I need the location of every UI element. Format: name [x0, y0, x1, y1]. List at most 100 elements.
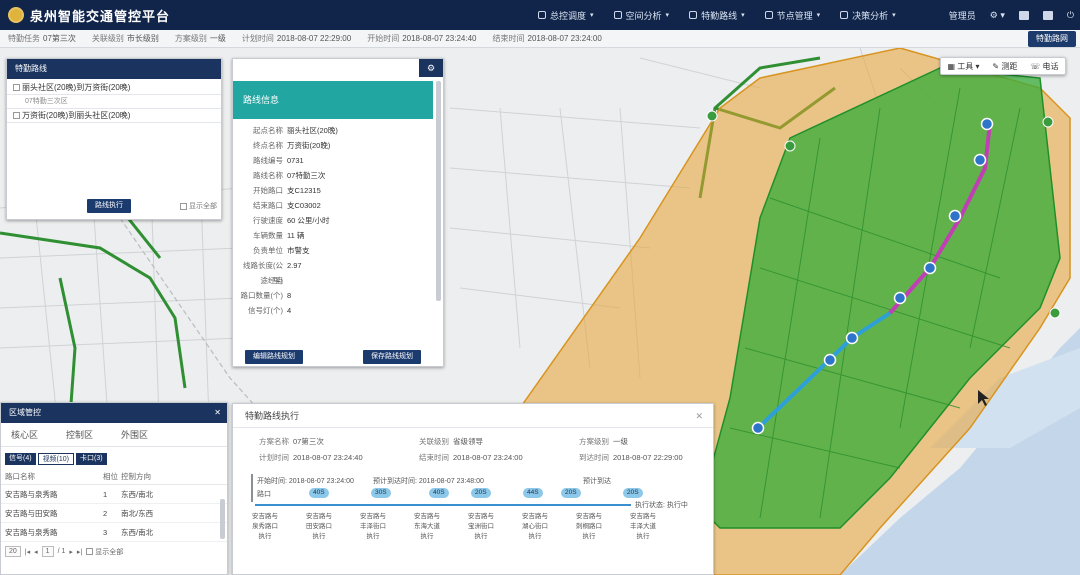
scrollbar[interactable]: [436, 81, 441, 301]
save-route-button[interactable]: 保存路线规划: [363, 350, 421, 364]
field-key: 路线编号: [253, 156, 283, 165]
start-note2: 预计到达时间: 2018-08-07 23:48:00: [373, 478, 484, 485]
stage-line: 执行: [474, 533, 488, 540]
close-icon[interactable]: ✕: [214, 403, 221, 423]
kv-key: 关联级别: [419, 437, 449, 446]
checkbox-label: 显示全部: [189, 203, 217, 210]
stage-line: 执行: [258, 533, 272, 540]
route-row[interactable]: 07特勤三次区: [7, 95, 221, 109]
timeline-stage[interactable]: 安吉路与 丰泽街口 执行: [353, 512, 393, 542]
menu-item-4[interactable]: 决策分析 ▾: [830, 9, 906, 22]
field-key: 车辆数量: [253, 231, 283, 240]
show-all-check[interactable]: 显示全部: [180, 201, 217, 211]
exec-kv: 关联级别 省级领导: [419, 436, 483, 447]
route-network-button[interactable]: 特勤路网: [1028, 31, 1076, 47]
route-info-row: 路线名称 07特勤三次: [233, 168, 443, 183]
scrollbar[interactable]: [220, 499, 225, 539]
table-row[interactable]: 安吉路与泉秀路 3 东西/南北: [1, 523, 227, 542]
checkbox[interactable]: [86, 548, 94, 556]
timeline-stage[interactable]: 安吉路与 湖心街口 执行: [515, 512, 555, 542]
kv-value: 2018-08-07 23:24:40: [293, 453, 363, 462]
route-row-label: 万资街(20晚)到丽头社区(20晚): [22, 111, 131, 120]
table-cell: 安吉路与泉秀路: [5, 528, 58, 537]
table-row[interactable]: 安吉路与田安路 2 南北/东西: [1, 504, 227, 523]
close-icon[interactable]: ✕: [695, 404, 703, 428]
stage-line: 丰泽街口: [360, 523, 386, 530]
timeline-duration-pill: 40S: [429, 488, 449, 498]
stage-line: 执行: [366, 533, 380, 540]
chevron-down-icon: ▾: [741, 12, 745, 19]
route-exec-panel: 特勤路线执行 ✕ 方案名称 07第三次 关联级别 省级领导 方案级别 一级 计划时间 20…: [232, 403, 714, 575]
chevron-down-icon: ▾: [816, 12, 821, 19]
tab-control[interactable]: 控制区: [66, 428, 93, 441]
start-note: 开始时间: 2018-08-07 23:24:00: [257, 478, 354, 485]
show-all-check[interactable]: 显示全部: [86, 547, 123, 557]
tool-button[interactable]: ▦ 工具 ▾: [947, 61, 979, 72]
subtab-video[interactable]: 视频(10): [37, 453, 75, 465]
last-page-icon[interactable]: ▸|: [77, 548, 82, 556]
tab-core[interactable]: 核心区: [11, 428, 38, 441]
field-key: 路线名称: [253, 171, 283, 180]
menu-item-0[interactable]: 总控调度 ▾: [528, 9, 604, 22]
timeline-stage[interactable]: 安吉路与 丰泽大道 执行: [623, 512, 663, 542]
user-name[interactable]: 管理员: [949, 9, 976, 22]
route-row-label: 丽头社区(20晚)到万资街(20晚): [22, 83, 131, 92]
settings-icon[interactable]: ⚙: [419, 59, 443, 77]
stage-line: 宝洲街口: [468, 523, 494, 530]
timeline-duration-pill: 30S: [371, 488, 391, 498]
next-page-icon[interactable]: ▸: [69, 548, 73, 556]
field-value: 支C12315: [287, 186, 321, 195]
exec-header-bar: 特勤路线执行 ✕: [233, 404, 713, 428]
phone-button[interactable]: ☏ 电话: [1030, 61, 1058, 72]
timeline-stage[interactable]: 安吉路与 泉秀路口 执行: [245, 512, 285, 542]
row-checkbox[interactable]: [13, 112, 20, 120]
kv-value: 2018-08-07 23:24:00: [453, 453, 523, 462]
stage-line: 安吉路与: [414, 513, 440, 520]
timeline-stage[interactable]: 安吉路与 刺桐路口 执行: [569, 512, 609, 542]
field-value: 万资街(20晚): [287, 141, 331, 150]
row-checkbox[interactable]: [13, 84, 20, 92]
timeline-stage[interactable]: 安吉路与 宝洲街口 执行: [461, 512, 501, 542]
menu-item-2[interactable]: 特勤路线 ▾: [679, 9, 755, 22]
menu-label: 决策分析: [852, 10, 889, 21]
checkbox[interactable]: [180, 202, 187, 210]
measure-button[interactable]: ✎ 测距: [992, 61, 1017, 72]
menu-item-1[interactable]: 空间分析 ▾: [604, 9, 680, 22]
stage-line: 安吉路与: [306, 513, 332, 520]
chevron-down-icon: ▾: [892, 12, 896, 19]
stage-line: 执行: [420, 533, 434, 540]
timeline-stage[interactable]: 安吉路与东海大道执行: [407, 512, 447, 542]
field-value: 0731: [287, 156, 304, 165]
timeline-stage[interactable]: 安吉路与 田安路口 执行: [299, 512, 339, 542]
menu-item-3[interactable]: 节点管理 ▾: [755, 9, 831, 22]
col-name: 路口名称: [5, 472, 35, 481]
menu-label: 空间分析: [625, 10, 662, 21]
first-page-icon[interactable]: |◂: [25, 548, 30, 556]
route-info-row: 路线编号 0731: [233, 153, 443, 168]
edit-route-button[interactable]: 编辑路线规划: [245, 350, 303, 364]
subtab-signal[interactable]: 信号(4): [5, 453, 36, 465]
map-icon: [613, 11, 622, 19]
execute-route-button[interactable]: 路线执行: [87, 199, 131, 213]
settings-icon[interactable]: ⚙ ▾: [990, 10, 1005, 21]
info-level: 关联级别 市长级别: [92, 33, 159, 44]
timeline-start-bar: [251, 474, 253, 502]
stage-line: 东海大道: [414, 523, 440, 530]
stage-line: 田安路口: [306, 523, 332, 530]
panel-header: 特勤路线执行: [245, 411, 300, 421]
page-size-select[interactable]: 20: [5, 546, 21, 557]
subtab-gate[interactable]: 卡口(3): [76, 453, 107, 465]
mail-icon[interactable]: [1042, 10, 1053, 20]
route-row[interactable]: 万资街(20晚)到丽头社区(20晚): [7, 109, 221, 123]
top-navbar: 泉州智能交通管控平台 总控调度 ▾ 空间分析 ▾ 特勤路线 ▾ 节点管理 ▾ 决策分析 ▾…: [0, 0, 1080, 30]
menu-label: 节点管理: [776, 10, 813, 21]
tab-outer[interactable]: 外围区: [121, 428, 148, 441]
route-row[interactable]: 丽头社区(20晚)到万资街(20晚): [7, 81, 221, 95]
info-label: 开始时间: [367, 34, 400, 43]
grid-icon: [538, 11, 546, 19]
prev-page-icon[interactable]: ◂: [34, 548, 38, 556]
power-icon[interactable]: ⏻: [1067, 10, 1074, 21]
folder-icon[interactable]: [1018, 10, 1029, 20]
page-input[interactable]: 1: [41, 546, 54, 557]
table-row[interactable]: 安吉路与泉秀路 1 东西/南北: [1, 485, 227, 504]
